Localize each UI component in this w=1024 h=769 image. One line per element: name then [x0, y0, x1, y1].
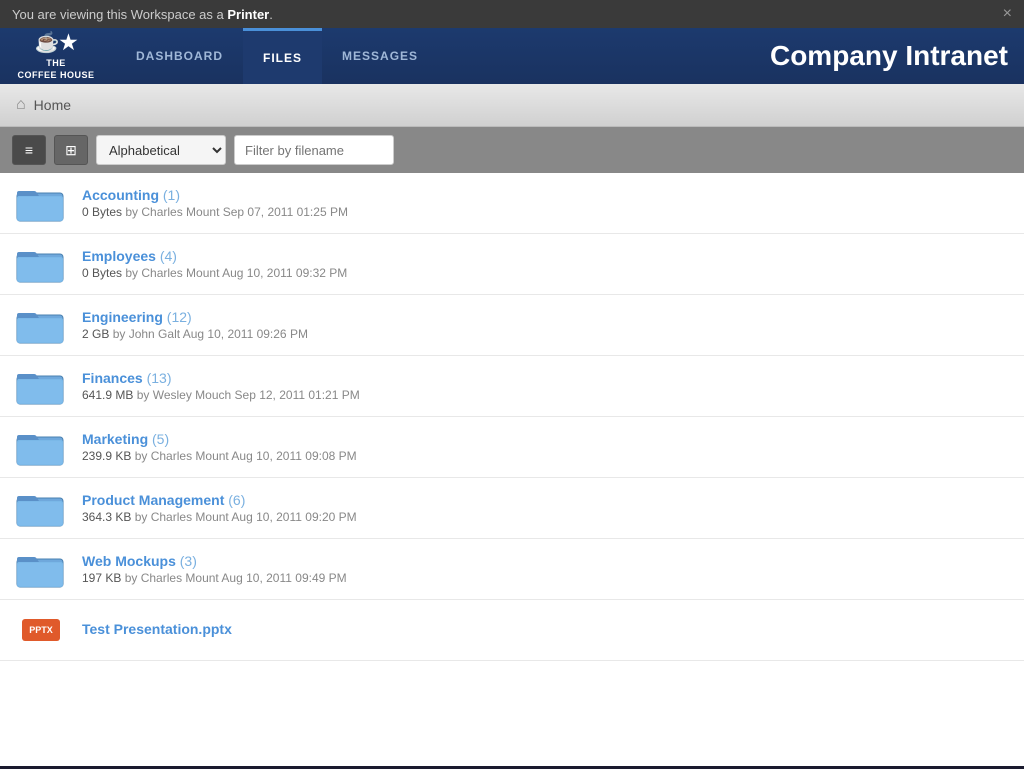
- nav-files[interactable]: FILES: [243, 28, 322, 84]
- list-view-icon: ≡: [25, 142, 33, 158]
- file-info: Test Presentation.pptx: [82, 621, 1008, 639]
- folder-icon: [16, 183, 66, 223]
- folder-icon: [16, 488, 66, 528]
- file-meta: 0 Bytes by Charles Mount Aug 10, 2011 09…: [82, 266, 1008, 280]
- notification-bar: You are viewing this Workspace as a Prin…: [0, 0, 1024, 28]
- pptx-icon: PPTX: [16, 610, 66, 650]
- home-icon[interactable]: ⌂: [16, 96, 26, 114]
- file-info: Product Management (6) 364.3 KB by Charl…: [82, 492, 1008, 524]
- grid-view-button[interactable]: ⊞: [54, 135, 88, 165]
- file-name: Engineering (12): [82, 309, 1008, 325]
- file-meta: 364.3 KB by Charles Mount Aug 10, 2011 0…: [82, 510, 1008, 524]
- list-view-button[interactable]: ≡: [12, 135, 46, 165]
- folder-icon: [16, 366, 66, 406]
- folder-row[interactable]: Web Mockups (3) 197 KB by Charles Mount …: [0, 539, 1024, 600]
- file-meta: 239.9 KB by Charles Mount Aug 10, 2011 0…: [82, 449, 1008, 463]
- folder-row[interactable]: Product Management (6) 364.3 KB by Charl…: [0, 478, 1024, 539]
- folder-icon: [16, 244, 66, 284]
- folder-icon: [16, 305, 66, 345]
- file-count: (1): [163, 187, 180, 203]
- file-meta: 0 Bytes by Charles Mount Sep 07, 2011 01…: [82, 205, 1008, 219]
- folder-icon: [16, 427, 66, 467]
- file-meta: 641.9 MB by Wesley Mouch Sep 12, 2011 01…: [82, 388, 1008, 402]
- file-list: Accounting (1) 0 Bytes by Charles Mount …: [0, 173, 1024, 766]
- file-info: Marketing (5) 239.9 KB by Charles Mount …: [82, 431, 1008, 463]
- logo-text: THECOFFEE HOUSE: [17, 58, 94, 81]
- file-meta: 197 KB by Charles Mount Aug 10, 2011 09:…: [82, 571, 1008, 585]
- file-name: Employees (4): [82, 248, 1008, 264]
- notification-close-button[interactable]: ×: [1003, 6, 1012, 22]
- folder-row[interactable]: Marketing (5) 239.9 KB by Charles Mount …: [0, 417, 1024, 478]
- notification-message: You are viewing this Workspace as a Prin…: [12, 7, 273, 22]
- file-count: (5): [152, 431, 169, 447]
- folder-row[interactable]: Employees (4) 0 Bytes by Charles Mount A…: [0, 234, 1024, 295]
- nav-dashboard[interactable]: DASHBOARD: [116, 28, 243, 84]
- breadcrumb-home[interactable]: Home: [34, 97, 71, 113]
- nav-messages[interactable]: MESSAGES: [322, 28, 438, 84]
- file-row[interactable]: PPTX Test Presentation.pptx: [0, 600, 1024, 661]
- file-info: Web Mockups (3) 197 KB by Charles Mount …: [82, 553, 1008, 585]
- folder-icon: [16, 549, 66, 589]
- file-name: Product Management (6): [82, 492, 1008, 508]
- toolbar: ≡ ⊞ Alphabetical Date Modified File Size…: [0, 127, 1024, 173]
- file-count: (13): [147, 370, 172, 386]
- main-nav: DASHBOARD FILES MESSAGES: [116, 28, 770, 84]
- site-title: Company Intranet: [770, 40, 1008, 72]
- file-count: (4): [160, 248, 177, 264]
- grid-view-icon: ⊞: [65, 142, 77, 159]
- file-info: Employees (4) 0 Bytes by Charles Mount A…: [82, 248, 1008, 280]
- filter-input[interactable]: [234, 135, 394, 165]
- header: ☕★ THECOFFEE HOUSE DASHBOARD FILES MESSA…: [0, 28, 1024, 84]
- file-count: (3): [180, 553, 197, 569]
- logo-icon: ☕★: [35, 30, 78, 56]
- file-count: (12): [167, 309, 192, 325]
- file-count: (6): [228, 492, 245, 508]
- folder-row[interactable]: Engineering (12) 2 GB by John Galt Aug 1…: [0, 295, 1024, 356]
- pptx-badge: PPTX: [22, 619, 60, 642]
- file-info: Accounting (1) 0 Bytes by Charles Mount …: [82, 187, 1008, 219]
- notification-role: Printer: [227, 7, 269, 22]
- sort-dropdown[interactable]: Alphabetical Date Modified File Size Nam…: [96, 135, 226, 165]
- folder-row[interactable]: Accounting (1) 0 Bytes by Charles Mount …: [0, 173, 1024, 234]
- file-name: Marketing (5): [82, 431, 1008, 447]
- folder-row[interactable]: Finances (13) 641.9 MB by Wesley Mouch S…: [0, 356, 1024, 417]
- file-name: Finances (13): [82, 370, 1008, 386]
- file-name: Test Presentation.pptx: [82, 621, 1008, 637]
- file-name: Accounting (1): [82, 187, 1008, 203]
- file-info: Finances (13) 641.9 MB by Wesley Mouch S…: [82, 370, 1008, 402]
- breadcrumb-bar: ⌂ Home: [0, 84, 1024, 127]
- file-info: Engineering (12) 2 GB by John Galt Aug 1…: [82, 309, 1008, 341]
- logo: ☕★ THECOFFEE HOUSE: [16, 30, 96, 81]
- file-meta: 2 GB by John Galt Aug 10, 2011 09:26 PM: [82, 327, 1008, 341]
- file-name: Web Mockups (3): [82, 553, 1008, 569]
